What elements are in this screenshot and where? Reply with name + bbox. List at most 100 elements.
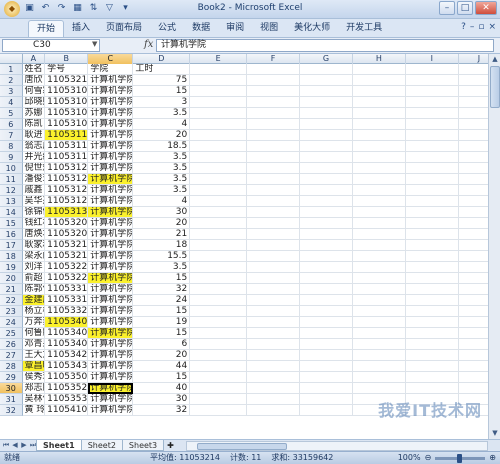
- cell-b27[interactable]: 11053424: [45, 350, 89, 361]
- cell-i11[interactable]: [405, 174, 459, 185]
- cell-d9[interactable]: 3.5: [133, 152, 191, 163]
- cell-h26[interactable]: [352, 339, 406, 350]
- row-header[interactable]: 32: [0, 405, 23, 416]
- cell-e3[interactable]: [190, 86, 248, 97]
- cell-c8[interactable]: 计算机学院: [88, 141, 134, 152]
- cell-h9[interactable]: [352, 152, 406, 163]
- row-header[interactable]: 17: [0, 240, 23, 251]
- cell-i20[interactable]: [405, 273, 459, 284]
- row-header[interactable]: 10: [0, 163, 23, 174]
- cell-c28[interactable]: 计算机学院: [88, 361, 134, 372]
- cell-b28[interactable]: 11053435: [45, 361, 89, 372]
- insert-sheet-icon[interactable]: ✚: [167, 441, 174, 450]
- scroll-up-icon[interactable]: ▲: [489, 54, 500, 65]
- cell-d21[interactable]: 32: [133, 284, 191, 295]
- sheet-tab-2[interactable]: Sheet2: [80, 440, 123, 451]
- cell-e25[interactable]: [190, 328, 248, 339]
- minimize-button[interactable]: –: [439, 1, 455, 15]
- cell-c25[interactable]: 计算机学院: [88, 328, 134, 339]
- cell-e13[interactable]: [190, 196, 248, 207]
- tab-7[interactable]: 视图: [252, 20, 286, 37]
- tab-1[interactable]: 开始: [28, 19, 65, 37]
- cell-c14[interactable]: 计算机学院: [88, 207, 134, 218]
- cell-a24[interactable]: 万奔奔: [22, 317, 46, 328]
- cell-c4[interactable]: 计算机学院: [88, 97, 134, 108]
- cell-b10[interactable]: 11053121: [45, 163, 89, 174]
- cell-a19[interactable]: 刘洋: [22, 262, 46, 273]
- horizontal-scrollbar[interactable]: [185, 440, 488, 451]
- cell-a3[interactable]: 何雪霜: [22, 86, 46, 97]
- prev-sheet-icon[interactable]: ◀: [11, 441, 19, 450]
- tab-8[interactable]: 美化大师: [286, 20, 338, 37]
- cell-b25[interactable]: 11053403: [45, 328, 89, 339]
- cell-g27[interactable]: [300, 350, 353, 361]
- cell-e21[interactable]: [190, 284, 248, 295]
- column-header-c[interactable]: C: [88, 54, 134, 64]
- cell-b18[interactable]: 11053219: [45, 251, 89, 262]
- cell-f2[interactable]: [247, 75, 301, 86]
- cell-g26[interactable]: [300, 339, 353, 350]
- cell-i28[interactable]: [405, 361, 459, 372]
- cell-f21[interactable]: [247, 284, 301, 295]
- cell-d2[interactable]: 75: [133, 75, 191, 86]
- cell-i23[interactable]: [405, 306, 459, 317]
- cell-d7[interactable]: 20: [133, 130, 191, 141]
- tab-3[interactable]: 页面布局: [98, 20, 150, 37]
- cell-c26[interactable]: 计算机学院: [88, 339, 134, 350]
- ribbon-minimize-icon[interactable]: –: [470, 22, 475, 32]
- cell-e19[interactable]: [190, 262, 248, 273]
- cell-e2[interactable]: [190, 75, 248, 86]
- cell-f20[interactable]: [247, 273, 301, 284]
- cell-a29[interactable]: 侯秀玲: [22, 372, 46, 383]
- cell-a18[interactable]: 梁永彪: [22, 251, 46, 262]
- cell-a13[interactable]: 吴华杰: [22, 196, 46, 207]
- vertical-scrollbar[interactable]: ▲ ▼: [488, 54, 500, 439]
- cell-e6[interactable]: [190, 119, 248, 130]
- cell-g11[interactable]: [300, 174, 353, 185]
- cell-h5[interactable]: [352, 108, 406, 119]
- cell-h27[interactable]: [352, 350, 406, 361]
- cell-f32[interactable]: [247, 405, 301, 416]
- cell-f29[interactable]: [247, 372, 301, 383]
- cell-d23[interactable]: 15: [133, 306, 191, 317]
- cell-c20[interactable]: 计算机学院: [88, 273, 134, 284]
- cell-b26[interactable]: 11053408: [45, 339, 89, 350]
- zoom-slider[interactable]: [435, 454, 486, 463]
- cell-h12[interactable]: [352, 185, 406, 196]
- cell-g6[interactable]: [300, 119, 353, 130]
- cell-c13[interactable]: 计算机学院: [88, 196, 134, 207]
- cell-e18[interactable]: [190, 251, 248, 262]
- cell-i24[interactable]: [405, 317, 459, 328]
- cell-c30[interactable]: 计算机学院: [88, 383, 134, 394]
- worksheet-grid[interactable]: ABCDEFGHIJ 1姓名学号学院工时2唐欣11053218计算机学院753何…: [0, 54, 500, 439]
- cell-a11[interactable]: 潘俊玮: [22, 174, 46, 185]
- maximize-button[interactable]: □: [457, 1, 473, 15]
- cell-d12[interactable]: 3.5: [133, 185, 191, 196]
- cell-b23[interactable]: 11053324: [45, 306, 89, 317]
- close-button[interactable]: ✕: [475, 1, 497, 15]
- cell-a30[interactable]: 郑志胜: [22, 383, 46, 394]
- name-box-dropdown-icon[interactable]: ▼: [92, 40, 97, 48]
- cell-b14[interactable]: 11053130: [45, 207, 89, 218]
- cell-e5[interactable]: [190, 108, 248, 119]
- cell-c9[interactable]: 计算机学院: [88, 152, 134, 163]
- cell-b30[interactable]: 11053529: [45, 383, 89, 394]
- row-header[interactable]: 3: [0, 86, 23, 97]
- cell-f12[interactable]: [247, 185, 301, 196]
- cell-i6[interactable]: [405, 119, 459, 130]
- sheet-tab-1[interactable]: Sheet1: [36, 440, 82, 451]
- cell-e14[interactable]: [190, 207, 248, 218]
- cell-g19[interactable]: [300, 262, 353, 273]
- zoom-out-icon[interactable]: ⊖: [425, 452, 432, 464]
- cell-d16[interactable]: 21: [133, 229, 191, 240]
- row-header[interactable]: 14: [0, 207, 23, 218]
- cell-h16[interactable]: [352, 229, 406, 240]
- cell-b22[interactable]: 11053316: [45, 295, 89, 306]
- cell-i26[interactable]: [405, 339, 459, 350]
- cell-f15[interactable]: [247, 218, 301, 229]
- cell-i3[interactable]: [405, 86, 459, 97]
- cell-g18[interactable]: [300, 251, 353, 262]
- row-header[interactable]: 8: [0, 141, 23, 152]
- cell-e16[interactable]: [190, 229, 248, 240]
- row-header[interactable]: 31: [0, 394, 23, 405]
